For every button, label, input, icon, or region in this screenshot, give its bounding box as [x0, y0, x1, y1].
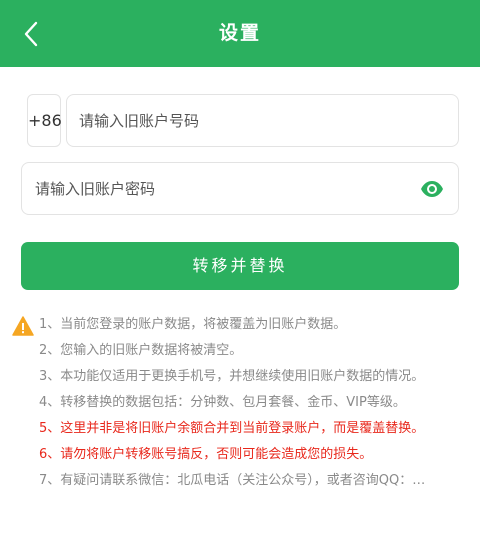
notice-list: 1、当前您登录的账户数据，将被覆盖为旧账户数据。 2、您输入的旧账户数据将被清空…: [12, 312, 464, 494]
notice-section: 1、当前您登录的账户数据，将被覆盖为旧账户数据。 2、您输入的旧账户数据将被清空…: [12, 312, 464, 494]
notice-item: 1、当前您登录的账户数据，将被覆盖为旧账户数据。: [39, 317, 347, 332]
notice-item: 2、您输入的旧账户数据将被清空。: [39, 343, 243, 358]
app-header: 设置: [0, 0, 480, 67]
old-account-password-field[interactable]: [21, 162, 459, 215]
notice-item: 3、本功能仅适用于更换手机号，并想继续使用旧账户数据的情况。: [39, 369, 425, 384]
notice-item-highlight: 5、这里并非是将旧账户余额合并到当前登录账户，而是覆盖替换。: [39, 421, 425, 436]
notice-item-highlight: 6、请勿将账户转移账号搞反，否则可能会造成您的损失。: [39, 447, 373, 462]
old-account-password-input[interactable]: [22, 163, 458, 214]
show-password-eye-icon[interactable]: [420, 177, 444, 201]
transfer-and-replace-button[interactable]: 转移并替换: [21, 242, 459, 290]
notice-item: 7、有疑问请联系微信：北瓜电话（关注公众号），或者咨询QQ：…: [39, 473, 426, 488]
country-code[interactable]: +86: [27, 94, 62, 147]
page-title: 设置: [218, 22, 261, 44]
notice-item: 4、转移替换的数据包括：分钟数、包月套餐、金币、VIP等级。: [39, 395, 406, 410]
warning-icon: [12, 316, 34, 336]
old-account-number-input[interactable]: [67, 95, 458, 146]
old-account-number-field[interactable]: [66, 94, 459, 147]
